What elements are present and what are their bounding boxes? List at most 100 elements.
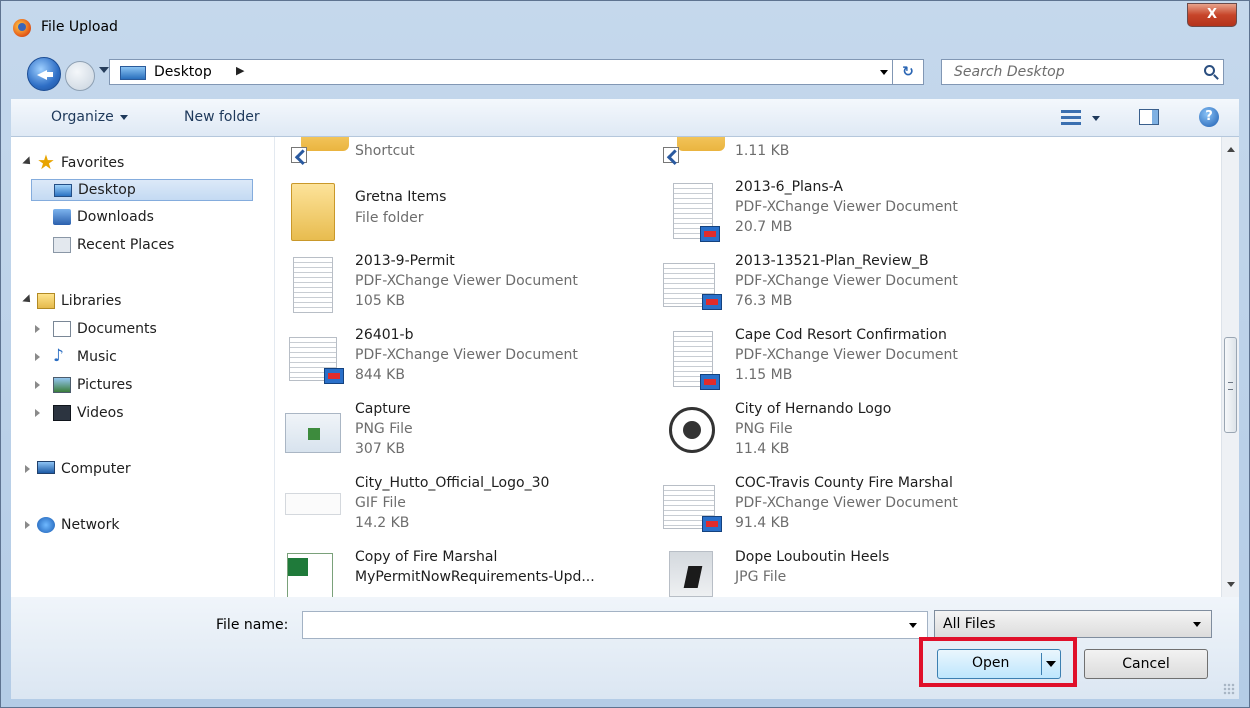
collapse-arrow-icon[interactable]	[25, 521, 30, 529]
file-type: PDF-XChange Viewer Document	[355, 273, 578, 289]
gif-thumbnail	[285, 493, 341, 515]
file-type-value[interactable]: All Files	[943, 616, 996, 632]
expand-arrow-icon[interactable]	[22, 294, 34, 306]
back-button[interactable]	[27, 57, 61, 91]
search-icon[interactable]	[1204, 65, 1215, 76]
collapse-arrow-icon[interactable]	[35, 381, 40, 389]
list-item[interactable]: Cape Cod Resort Confirmation PDF-XChange…	[655, 327, 1025, 393]
list-item[interactable]: City_Hutto_Official_Logo_30 GIF File 14.…	[275, 475, 645, 541]
nav-downloads[interactable]: Downloads	[31, 207, 253, 229]
pdf-badge-icon	[700, 226, 720, 242]
open-button-label[interactable]: Open	[972, 655, 1009, 671]
desktop-icon	[54, 184, 72, 197]
list-item[interactable]: COC-Travis County Fire Marshal PDF-XChan…	[655, 475, 1025, 541]
nav-recent-places[interactable]: Recent Places	[31, 235, 253, 257]
change-view-icon[interactable]	[1061, 109, 1081, 125]
nav-favorites-label: Favorites	[61, 155, 125, 171]
search-placeholder[interactable]: Search Desktop	[954, 64, 1065, 80]
nav-network[interactable]: Network	[21, 515, 261, 537]
list-item[interactable]: Gretna Items File folder	[275, 179, 645, 245]
resize-grip[interactable]	[1223, 683, 1235, 695]
view-options-dropdown[interactable]	[1092, 116, 1100, 121]
png-thumbnail	[285, 413, 341, 453]
nav-computer-label: Computer	[61, 461, 131, 477]
list-item[interactable]: 2013-6_Plans-A PDF-XChange Viewer Docume…	[655, 179, 1025, 245]
nav-desktop[interactable]: Desktop	[31, 179, 253, 201]
file-type-dropdown-icon[interactable]	[1193, 622, 1201, 627]
list-item[interactable]: 1.11 KB	[655, 137, 1025, 165]
refresh-button[interactable]: ↻	[892, 59, 924, 85]
address-bar[interactable]: Desktop ▶	[109, 59, 909, 85]
forward-button[interactable]	[65, 61, 95, 91]
file-name: City_Hutto_Official_Logo_30	[355, 475, 550, 491]
file-type: GIF File	[355, 495, 406, 511]
libraries-icon	[37, 293, 55, 309]
open-button-divider	[1041, 653, 1042, 675]
dialog-footer: File name: All Files Open Cancel	[11, 597, 1239, 699]
nav-computer[interactable]: Computer	[21, 459, 261, 481]
recent-pages-dropdown[interactable]	[99, 67, 109, 73]
nav-music[interactable]: ♪ Music	[31, 346, 253, 369]
computer-icon	[37, 461, 55, 474]
close-button[interactable]: X	[1187, 3, 1237, 27]
scroll-thumb[interactable]	[1224, 337, 1237, 433]
new-folder-button[interactable]: New folder	[184, 109, 260, 125]
collapse-arrow-icon[interactable]	[25, 465, 30, 473]
nav-network-label: Network	[61, 517, 120, 533]
downloads-icon	[53, 209, 71, 225]
collapse-arrow-icon[interactable]	[35, 325, 40, 333]
list-item[interactable]: 2013-9-Permit PDF-XChange Viewer Documen…	[275, 253, 645, 319]
file-type: JPG File	[735, 569, 787, 585]
list-item[interactable]: Dope Louboutin Heels JPG File	[655, 549, 1025, 597]
list-item[interactable]: Copy of Fire Marshal MyPermitNowRequirem…	[275, 549, 645, 597]
shortcut-thumbnail	[677, 137, 725, 151]
jpg-thumbnail	[669, 551, 713, 597]
cancel-button[interactable]: Cancel	[1084, 649, 1208, 679]
list-item[interactable]: 26401-b PDF-XChange Viewer Document 844 …	[275, 327, 645, 393]
list-item[interactable]: 2013-13521-Plan_Review_B PDF-XChange Vie…	[655, 253, 1025, 319]
help-icon[interactable]: ?	[1199, 107, 1219, 127]
file-name-continued: MyPermitNowRequirements-Upd...	[355, 569, 595, 585]
scroll-down-icon[interactable]	[1227, 582, 1235, 587]
search-box[interactable]: Search Desktop	[941, 59, 1224, 85]
desktop-icon	[120, 66, 146, 80]
nav-documents[interactable]: Documents	[31, 319, 253, 341]
file-name: 26401-b	[355, 327, 414, 343]
list-item[interactable]: City of Hernando Logo PNG File 11.4 KB	[655, 401, 1025, 467]
documents-icon	[53, 321, 71, 337]
file-size: 20.7 MB	[735, 219, 793, 235]
command-toolbar: Organize New folder ?	[11, 99, 1239, 137]
nav-favorites[interactable]: ★ Favorites	[21, 150, 261, 175]
file-name-input[interactable]	[302, 611, 928, 639]
title-bar[interactable]: File Upload X	[1, 1, 1249, 51]
pdf-thumbnail	[673, 331, 720, 390]
file-name: City of Hernando Logo	[735, 401, 892, 417]
nav-videos-label: Videos	[77, 405, 124, 421]
nav-libraries[interactable]: Libraries	[21, 291, 261, 313]
file-size: 91.4 KB	[735, 515, 790, 531]
expand-arrow-icon[interactable]	[22, 156, 34, 168]
file-type-select[interactable]: All Files	[934, 610, 1212, 638]
collapse-arrow-icon[interactable]	[35, 409, 40, 417]
nav-videos[interactable]: Videos	[31, 403, 253, 425]
nav-pictures[interactable]: Pictures	[31, 375, 253, 397]
folder-icon	[291, 183, 335, 241]
file-size: 844 KB	[355, 367, 405, 383]
vertical-scrollbar[interactable]	[1221, 137, 1239, 597]
preview-pane-icon[interactable]	[1139, 109, 1159, 125]
list-item[interactable]: Capture PNG File 307 KB	[275, 401, 645, 467]
open-button[interactable]: Open	[937, 649, 1061, 679]
file-name-dropdown-icon[interactable]	[909, 623, 917, 628]
address-location[interactable]: Desktop	[154, 64, 212, 80]
file-type: PDF-XChange Viewer Document	[735, 199, 958, 215]
address-dropdown-icon[interactable]	[880, 70, 888, 75]
navigation-pane: ★ Favorites Desktop Downloads Recent Pla…	[11, 137, 274, 597]
collapse-arrow-icon[interactable]	[35, 353, 40, 361]
open-options-dropdown-icon[interactable]	[1046, 661, 1056, 667]
shortcut-arrow-icon	[291, 147, 307, 163]
scroll-up-icon[interactable]	[1227, 147, 1235, 152]
list-item[interactable]: Shortcut	[275, 137, 645, 165]
back-arrow-icon	[45, 72, 53, 77]
organize-menu[interactable]: Organize	[51, 109, 128, 125]
breadcrumb-chevron-icon[interactable]: ▶	[236, 64, 244, 77]
